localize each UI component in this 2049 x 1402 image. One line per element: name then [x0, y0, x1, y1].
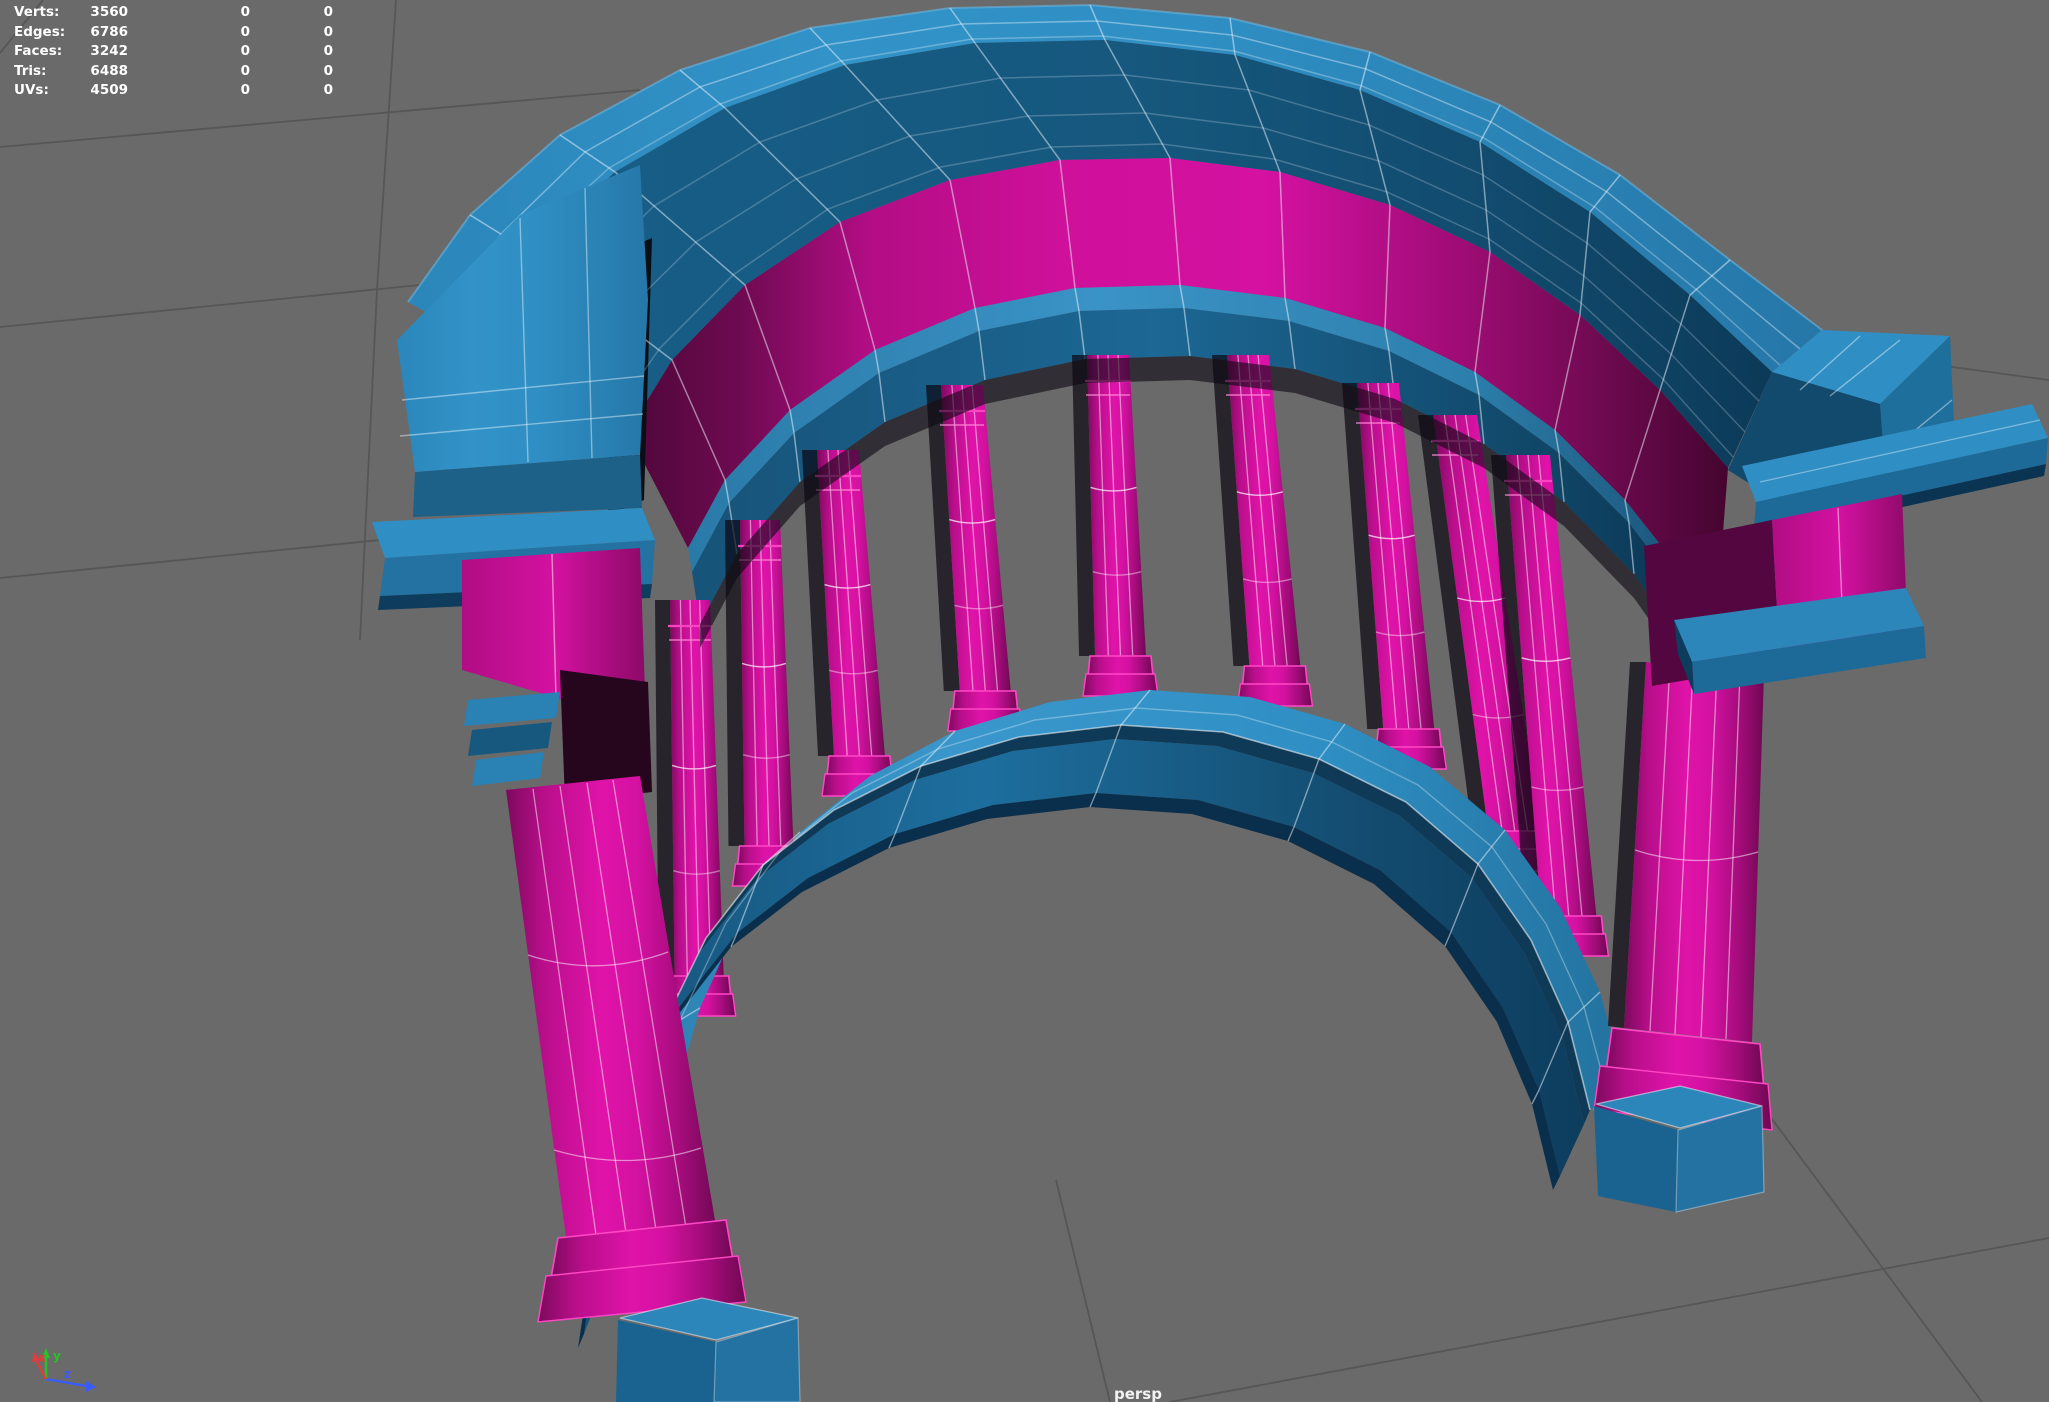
x-axis-label: x	[38, 1351, 46, 1365]
grid-line	[1056, 1180, 1110, 1402]
grid-line	[1170, 1238, 2049, 1402]
z-axis-label: z	[64, 1367, 71, 1381]
hud-value: 0	[241, 63, 250, 79]
hud-value: 0	[324, 24, 333, 40]
axis-gizmo: x y z	[32, 1348, 96, 1392]
column-base-ring	[1242, 666, 1307, 686]
small-column-shaft[interactable]	[670, 600, 724, 976]
camera-label: persp	[1114, 1385, 1162, 1402]
hud-value: 0	[324, 4, 333, 20]
hud-value: 3560	[90, 4, 128, 20]
hud-label: Faces:	[14, 43, 62, 59]
hud-value: 0	[324, 82, 333, 98]
hud-value: 3242	[90, 43, 128, 59]
column-base-ring	[1088, 656, 1153, 676]
mesh-right-column[interactable]	[1594, 662, 1772, 1212]
hud-value: 0	[241, 82, 250, 98]
hud-label: Tris:	[14, 63, 46, 79]
small-column-shaft[interactable]	[740, 520, 794, 846]
grid-line	[0, 535, 430, 578]
hud-poly-count: Verts: 3560 0 0 Edges: 6786 0 0 Faces: 3…	[14, 4, 333, 98]
hud-value: 4509	[90, 82, 128, 98]
hud-value: 6786	[90, 24, 128, 40]
left-pier-foot-molding-3	[472, 752, 544, 786]
grid-line	[0, 90, 640, 147]
hud-value: 6488	[90, 63, 128, 79]
z-axis-arrow-icon	[86, 1381, 96, 1392]
hud-label: Verts:	[14, 4, 59, 20]
viewport-canvas[interactable]: Verts: 3560 0 0 Edges: 6786 0 0 Faces: 3…	[0, 0, 2049, 1402]
hud-value: 0	[324, 43, 333, 59]
right-column-shaft	[1624, 662, 1764, 1042]
left-pier-foot-molding-1	[464, 692, 560, 726]
hud-value: 0	[324, 63, 333, 79]
hud-value: 0	[241, 4, 250, 20]
maya-3d-viewport[interactable]: Verts: 3560 0 0 Edges: 6786 0 0 Faces: 3…	[0, 0, 2049, 1402]
column-base-ring	[953, 691, 1018, 711]
hud-label: Edges:	[14, 24, 65, 40]
hud-label: UVs:	[14, 82, 49, 98]
hud-value: 0	[241, 24, 250, 40]
left-pier-foot-molding-2	[468, 722, 552, 756]
small-column-shaft[interactable]	[1087, 355, 1146, 656]
y-axis-label: y	[53, 1349, 61, 1363]
hud-value: 0	[241, 43, 250, 59]
